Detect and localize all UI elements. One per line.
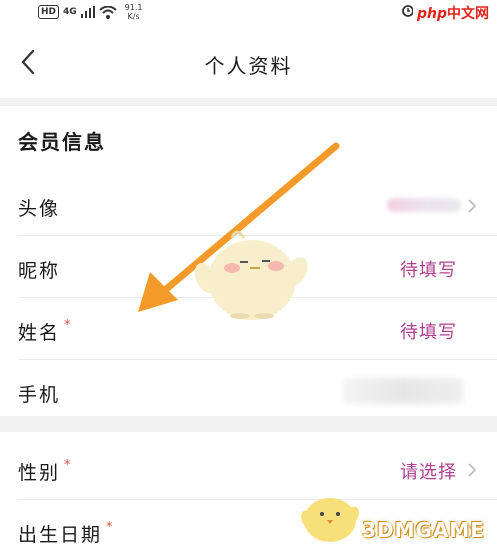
avatar-preview-blurred <box>387 198 461 212</box>
nickname-row[interactable]: 昵称 待填写 <box>0 236 497 298</box>
name-value: 待填写 <box>400 322 457 343</box>
net-speed-value: 91.1 <box>124 3 143 12</box>
wifi-icon <box>99 5 117 19</box>
member-info-card: 会员信息 头像 昵称 待填写 姓名 * 待填写 手机 <box>0 106 497 416</box>
status-bar: HD 4G 91.1 K/s 71 2 php中文网 <box>0 0 497 26</box>
nickname-value: 待填写 <box>400 260 457 281</box>
page-header: 个人资料 <box>0 26 497 98</box>
row-label-avatar: 头像 <box>18 198 61 220</box>
php-watermark: php中文网 <box>412 2 493 24</box>
signal-bars-icon <box>80 6 95 18</box>
phone-row[interactable]: 手机 <box>0 360 497 422</box>
php-watermark-prefix: php <box>416 6 447 22</box>
avatar-row[interactable]: 头像 <box>0 174 497 236</box>
3dmgame-watermark: 3DMGAME <box>362 518 485 542</box>
row-label-gender: 性别 * <box>18 458 73 485</box>
gender-row[interactable]: 性别 * 请选择 <box>0 438 497 500</box>
hd-badge: HD <box>38 5 60 19</box>
status-left: HD 4G 91.1 K/s <box>38 3 142 21</box>
name-label-text: 姓名 <box>18 322 61 344</box>
row-label-nickname: 昵称 <box>18 260 61 282</box>
phone-value-blurred <box>343 378 463 404</box>
chevron-right-icon <box>468 199 477 213</box>
signal-type: 4G <box>63 7 77 17</box>
php-watermark-suffix: 中文网 <box>447 6 489 22</box>
row-label-name: 姓名 * <box>18 318 73 345</box>
required-mark: * <box>106 520 115 535</box>
chevron-right-icon <box>468 463 477 477</box>
birthday-label-text: 出生日期 <box>18 524 103 546</box>
required-mark: * <box>64 458 73 473</box>
net-speed-unit: K/s <box>127 12 140 21</box>
page-title: 个人资料 <box>204 54 293 78</box>
gender-label-text: 性别 <box>18 462 61 484</box>
row-label-phone: 手机 <box>18 384 61 406</box>
row-label-birthday: 出生日期 * <box>18 520 115 547</box>
gender-value: 请选择 <box>400 462 457 483</box>
section-title: 会员信息 <box>18 130 106 154</box>
name-row[interactable]: 姓名 * 待填写 <box>0 298 497 360</box>
net-speed: 91.1 K/s <box>125 3 143 21</box>
required-mark: * <box>64 318 73 333</box>
